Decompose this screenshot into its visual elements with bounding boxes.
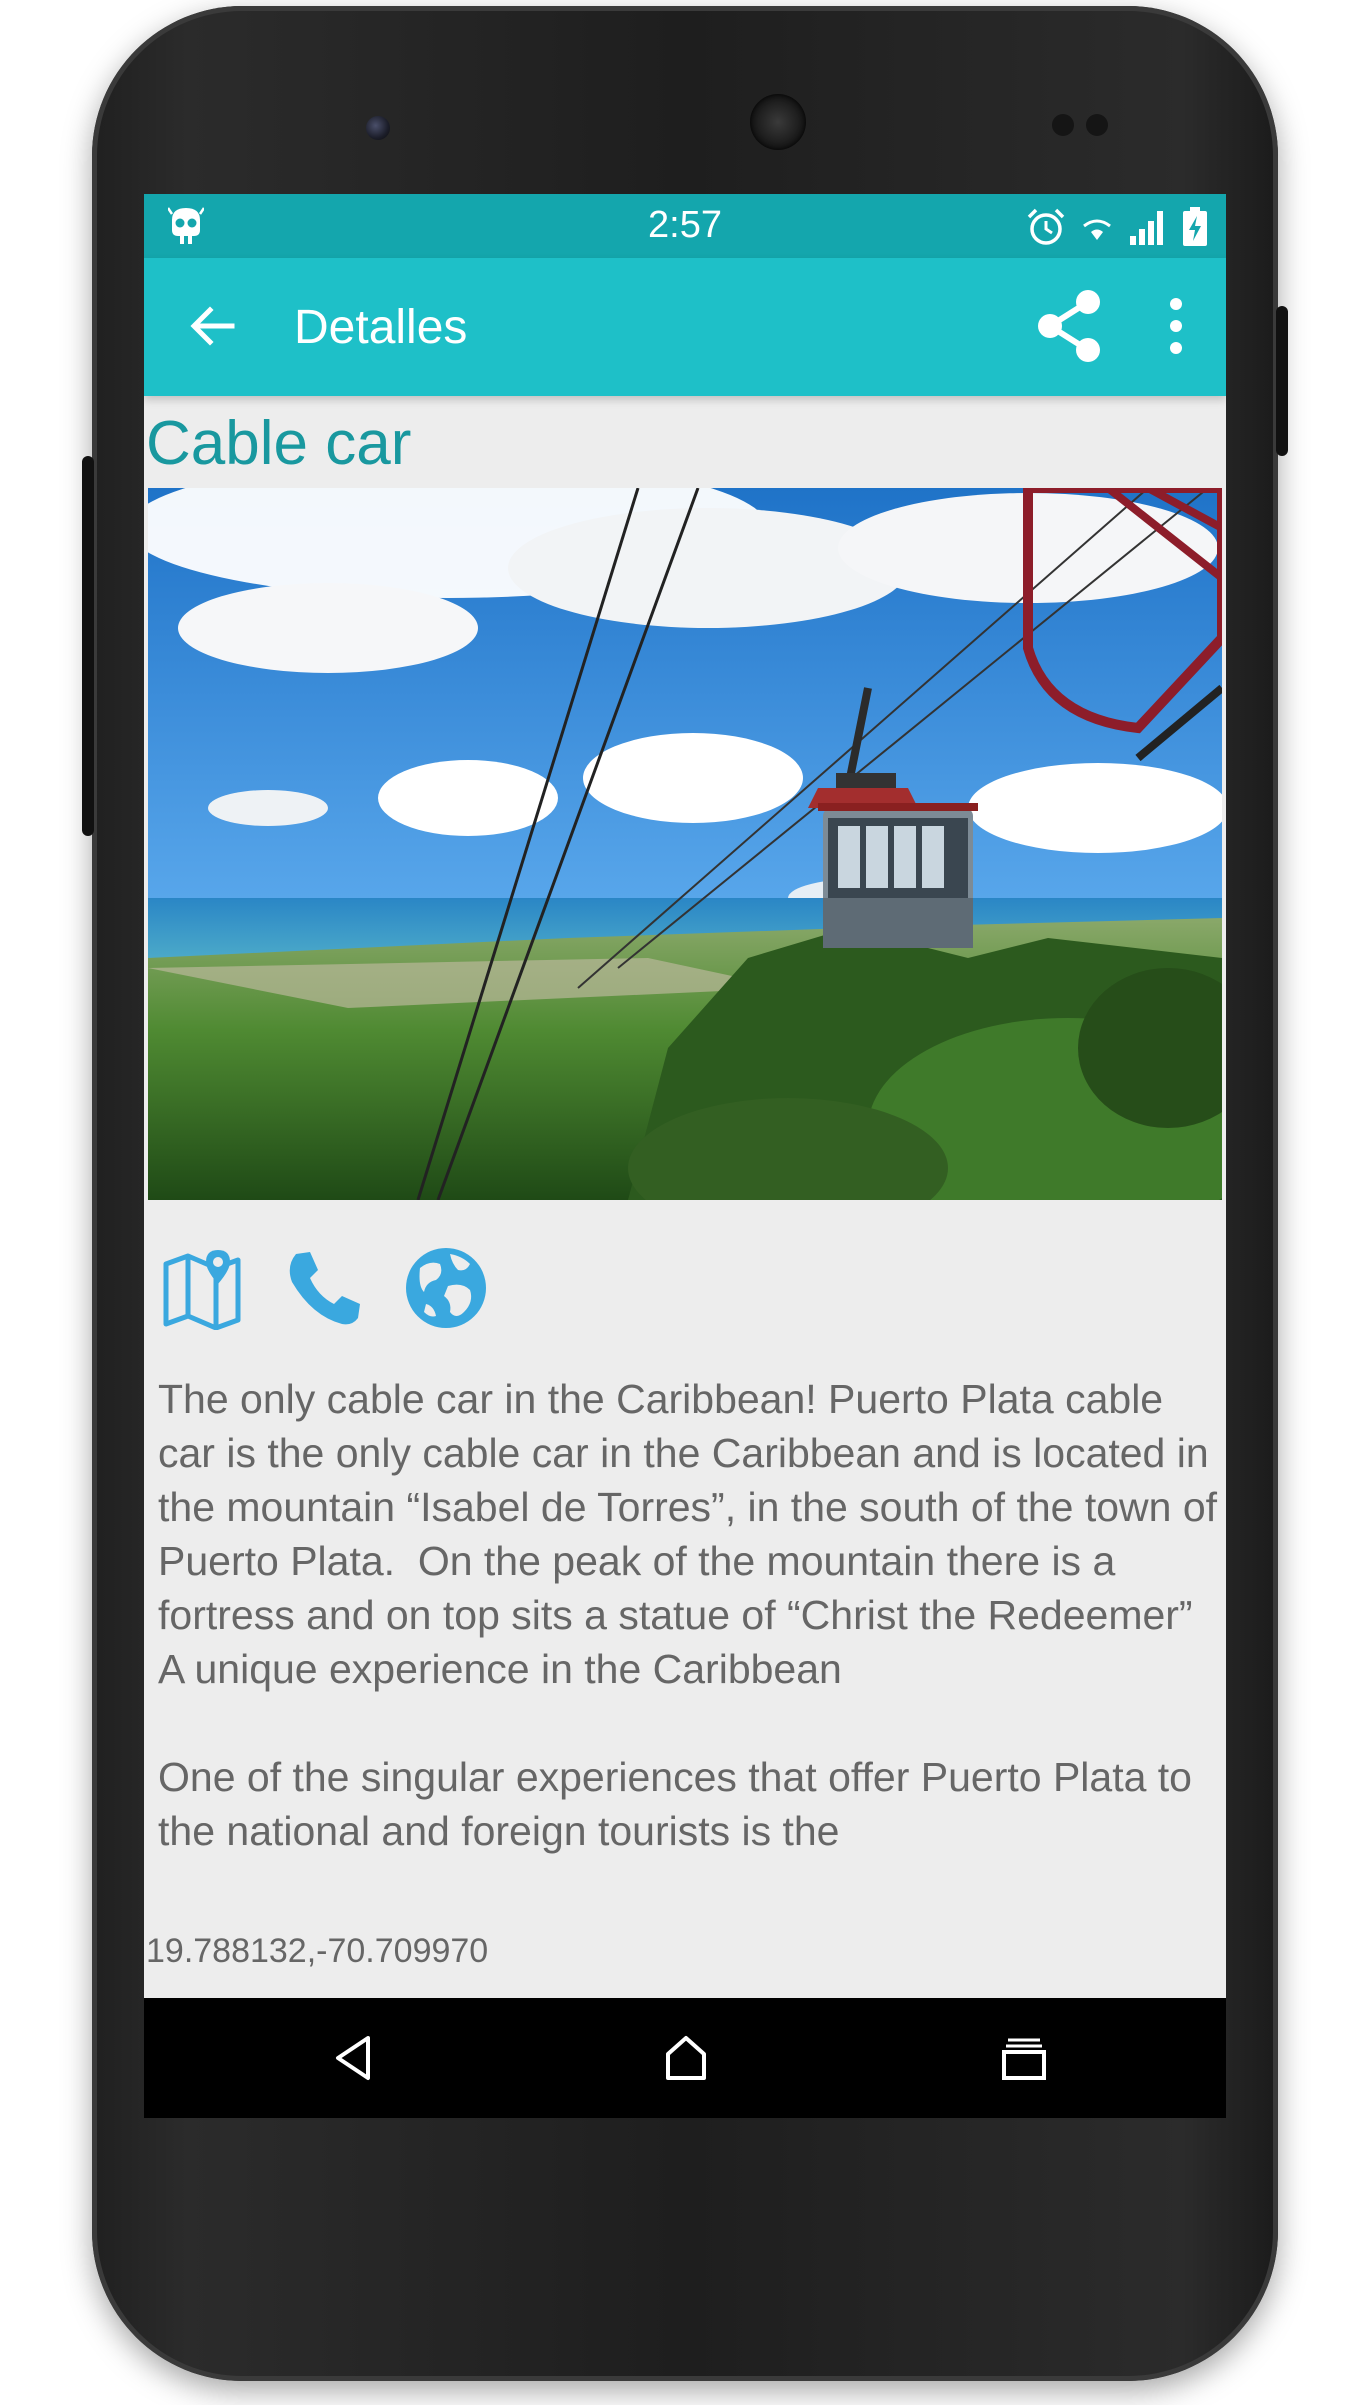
place-title: Cable car <box>146 409 412 478</box>
volume-button <box>82 456 94 836</box>
status-bar: 2:57 <box>144 194 1226 258</box>
place-coordinates: 19.788132,-70.709970 <box>146 1932 489 1970</box>
more-vert-icon[interactable] <box>1160 294 1192 358</box>
earpiece-speaker <box>750 94 806 150</box>
alarm-icon <box>1027 208 1065 245</box>
screen: 2:57 Detalles Cable car The only cable c… <box>144 194 1226 2118</box>
place-photo <box>148 488 1222 1200</box>
home-icon[interactable] <box>654 2026 718 2090</box>
battery-charging-icon <box>1183 207 1207 246</box>
phone-icon[interactable] <box>282 1246 366 1330</box>
power-button <box>1276 306 1288 456</box>
globe-icon[interactable] <box>404 1246 488 1330</box>
front-camera <box>366 116 390 140</box>
proximity-sensor <box>1052 114 1074 136</box>
map-icon[interactable] <box>160 1246 244 1330</box>
app-toolbar: Detalles <box>144 258 1226 396</box>
signal-icon <box>1130 211 1163 245</box>
light-sensor <box>1086 114 1108 136</box>
place-description: The only cable car in the Caribbean! Pue… <box>158 1376 1218 1854</box>
share-icon[interactable] <box>1032 288 1108 364</box>
toolbar-title: Detalles <box>294 301 468 354</box>
arrow-left-icon[interactable] <box>186 298 242 354</box>
action-icons-row <box>160 1246 488 1330</box>
wifi-icon <box>1083 219 1111 240</box>
back-triangle-icon[interactable] <box>322 2026 386 2090</box>
system-nav-bar <box>144 1998 1226 2118</box>
recents-icon[interactable] <box>992 2026 1056 2090</box>
